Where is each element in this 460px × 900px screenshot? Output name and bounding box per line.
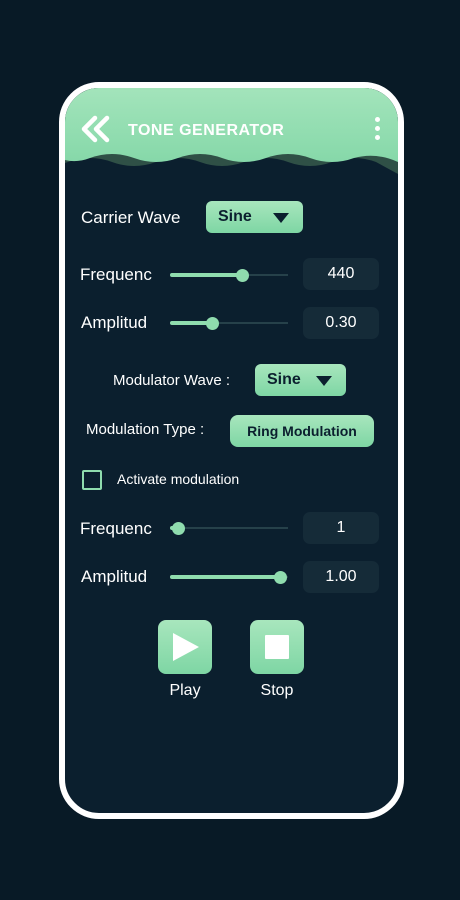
- modulator-wave-value: Sine: [267, 371, 301, 388]
- activate-modulation-label: Activate modulation: [117, 471, 240, 487]
- slider-thumb[interactable]: [235, 269, 249, 282]
- modulation-type-button[interactable]: Ring Modulation: [230, 415, 374, 447]
- slider-thumb[interactable]: [206, 317, 220, 330]
- modulator-amplitude-value[interactable]: 1.00: [303, 561, 379, 593]
- modulator-wave-dropdown[interactable]: Sine: [255, 364, 346, 396]
- modulator-frequency-label: Frequenc: [80, 519, 152, 538]
- modulator-amplitude-slider[interactable]: [170, 569, 288, 585]
- modulator-wave-label: Modulator Wave :: [113, 372, 230, 389]
- play-button[interactable]: [158, 620, 212, 674]
- carrier-amplitude-slider[interactable]: [170, 315, 288, 331]
- caret-down-icon: [273, 213, 289, 223]
- play-label: Play: [169, 682, 201, 699]
- play-icon: [173, 633, 199, 661]
- carrier-wave-label: Carrier Wave: [81, 208, 181, 227]
- stop-icon: [265, 635, 289, 659]
- vertical-dots-icon[interactable]: [372, 117, 382, 145]
- modulator-frequency-value[interactable]: 1: [303, 512, 379, 544]
- phone-frame: TONE GENERATOR Carrier Wave Sine Frequen…: [59, 82, 404, 819]
- carrier-wave-dropdown[interactable]: Sine: [206, 201, 303, 233]
- slider-thumb[interactable]: [273, 571, 287, 584]
- activate-modulation-checkbox[interactable]: [82, 470, 102, 490]
- carrier-frequency-label: Frequenc: [80, 265, 152, 284]
- double-chevron-left-icon[interactable]: [79, 114, 113, 144]
- carrier-frequency-value[interactable]: 440: [303, 258, 379, 290]
- modulation-type-label: Modulation Type :: [86, 421, 205, 438]
- caret-down-icon: [316, 376, 332, 386]
- carrier-frequency-slider[interactable]: [170, 267, 288, 283]
- stop-label: Stop: [260, 682, 294, 699]
- carrier-amplitude-value[interactable]: 0.30: [303, 307, 379, 339]
- page-title: TONE GENERATOR: [128, 122, 285, 139]
- modulator-frequency-slider[interactable]: [170, 520, 288, 536]
- carrier-wave-value: Sine: [218, 208, 252, 225]
- carrier-amplitude-label: Amplitud: [81, 313, 148, 332]
- slider-thumb[interactable]: [172, 522, 186, 535]
- app-header: TONE GENERATOR: [65, 88, 398, 183]
- modulator-amplitude-label: Amplitud: [81, 567, 148, 586]
- stop-button[interactable]: [250, 620, 304, 674]
